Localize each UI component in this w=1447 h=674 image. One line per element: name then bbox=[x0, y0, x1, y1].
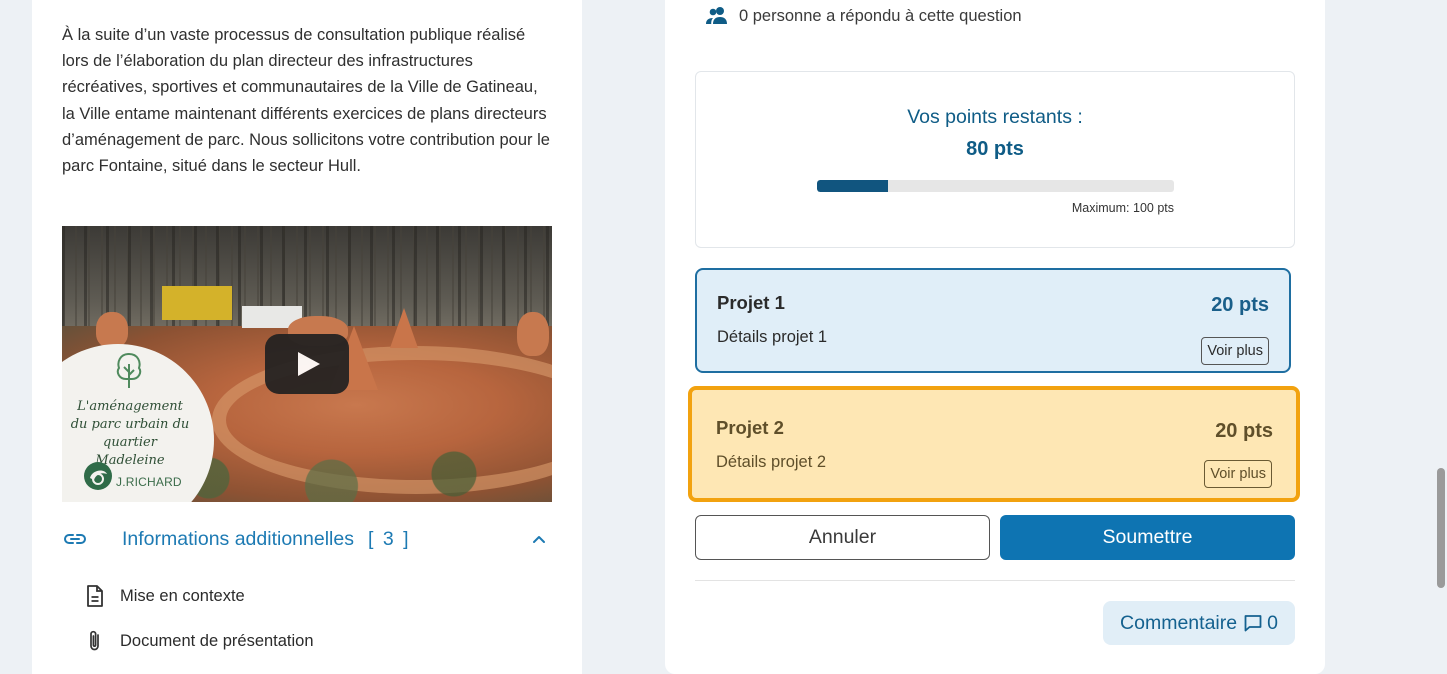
additional-info-toggle[interactable]: Informations additionnelles [ 3 ] bbox=[62, 524, 552, 554]
additional-info-item-label: Document de présentation bbox=[120, 631, 314, 650]
see-more-button[interactable]: Voir plus bbox=[1201, 337, 1269, 365]
comment-count: 0 bbox=[1267, 611, 1278, 634]
divider bbox=[695, 580, 1295, 581]
people-icon bbox=[706, 7, 727, 24]
excavator-image bbox=[162, 286, 232, 320]
comment-button[interactable]: Commentaire 0 bbox=[1103, 601, 1295, 645]
tree-icon bbox=[116, 352, 142, 388]
brand-name: J.RICHARD bbox=[116, 475, 182, 489]
project-points: 20 pts bbox=[1211, 294, 1269, 316]
remaining-points-value: 80 pts bbox=[966, 138, 1024, 160]
remaining-points-label: Vos points restants : bbox=[907, 106, 1083, 128]
video-player[interactable]: L'aménagement du parc urbain du quartier… bbox=[62, 226, 552, 502]
responses-count: 0 personne a répondu à cette question bbox=[705, 6, 1022, 26]
project-name: Projet 2 bbox=[716, 417, 784, 438]
terracotta-pot bbox=[96, 312, 128, 348]
submit-button[interactable]: Soumettre bbox=[1000, 515, 1295, 560]
additional-info-item-presentation[interactable]: Document de présentation bbox=[84, 628, 314, 654]
comment-label: Commentaire bbox=[1120, 611, 1238, 634]
responses-text: 0 personne a répondu à cette question bbox=[739, 6, 1022, 25]
intro-text: À la suite d’un vaste processus de consu… bbox=[62, 26, 550, 176]
see-more-button[interactable]: Voir plus bbox=[1204, 460, 1272, 488]
remaining-points-box: Vos points restants : 80 pts Maximum: 10… bbox=[695, 71, 1295, 248]
project-details: Détails projet 2 bbox=[716, 453, 827, 471]
additional-info-item-label: Mise en contexte bbox=[120, 586, 245, 605]
additional-info-label: Informations additionnelles bbox=[122, 527, 354, 550]
terracotta-cone bbox=[390, 308, 418, 348]
project-name: Projet 1 bbox=[717, 292, 785, 313]
document-icon bbox=[87, 585, 103, 607]
cancel-button[interactable]: Annuler bbox=[695, 515, 990, 560]
additional-info-item-context[interactable]: Mise en contexte bbox=[84, 583, 245, 609]
description-panel: À la suite d’un vaste processus de consu… bbox=[32, 0, 582, 674]
project-details: Détails projet 1 bbox=[717, 328, 828, 346]
chevron-up-icon bbox=[533, 536, 545, 543]
brand-logo-icon bbox=[84, 462, 112, 490]
points-progress-fill bbox=[817, 180, 889, 192]
play-button[interactable] bbox=[265, 334, 349, 394]
scrollbar-thumb[interactable] bbox=[1437, 468, 1445, 588]
points-maximum: Maximum: 100 pts bbox=[1071, 201, 1174, 215]
paperclip-icon bbox=[90, 630, 99, 651]
project-points: 20 pts bbox=[1215, 420, 1273, 442]
additional-info-count: [ 3 ] bbox=[367, 527, 411, 550]
points-progress-bar bbox=[817, 180, 1174, 192]
vote-panel: 0 personne a répondu à cette question Vo… bbox=[665, 0, 1325, 674]
terracotta-pot bbox=[517, 312, 549, 356]
comment-icon bbox=[1244, 615, 1262, 632]
link-icon bbox=[64, 534, 86, 544]
play-icon bbox=[298, 352, 320, 376]
project-card-1[interactable]: Projet 1 20 pts Détails projet 1 Voir pl… bbox=[695, 268, 1291, 373]
project-card-2[interactable]: Projet 2 20 pts Détails projet 2 Voir pl… bbox=[688, 386, 1300, 502]
